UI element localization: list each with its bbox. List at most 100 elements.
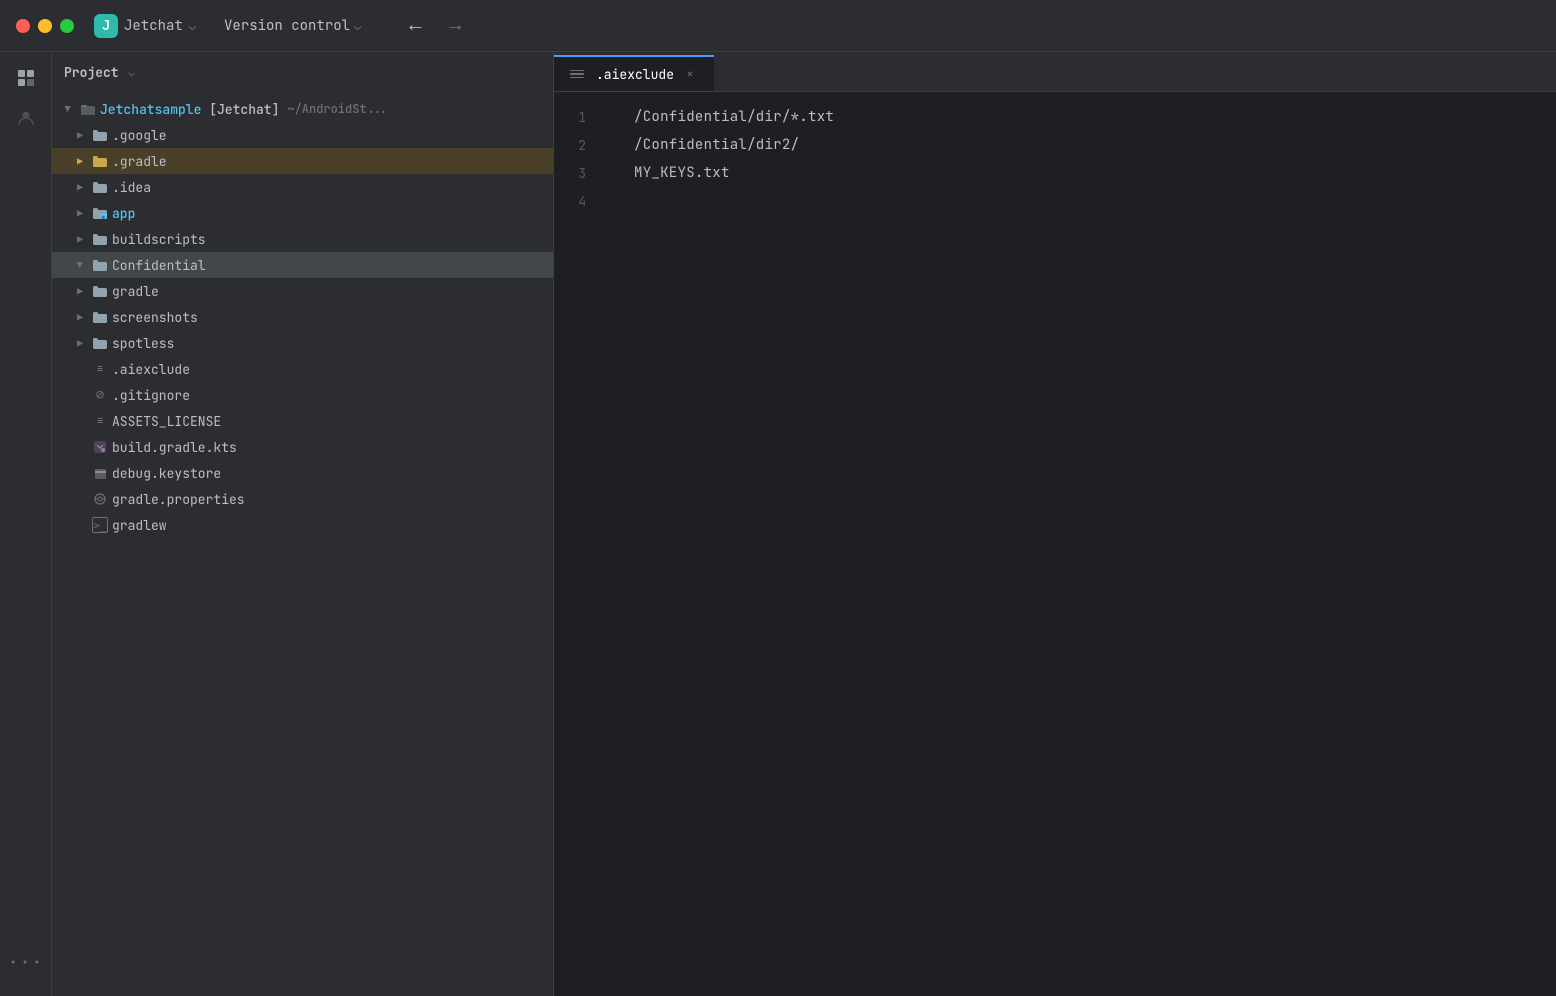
tab-hamburger-icon [570, 70, 584, 79]
tree-item-aiexclude[interactable]: ≡ .aiexclude [52, 356, 553, 382]
folder-app-icon: ⚙ [92, 206, 108, 220]
tree-item-spotless-label: spotless [112, 335, 545, 352]
editor-tabs: .aiexclude × [554, 52, 1556, 92]
line-number-4: 4 [554, 188, 598, 216]
gitignore-file-icon: ⊘ [92, 387, 108, 403]
tree-item-google[interactable]: ▶ .google [52, 122, 553, 148]
build-gradle-file-icon [92, 439, 108, 455]
tree-item-gradlew[interactable]: >_ gradlew [52, 512, 553, 538]
editor-tab-label: .aiexclude [596, 66, 674, 83]
chevron-confidential-icon: ▶ [72, 257, 88, 273]
vcs-dropdown-icon: ⌄ [354, 18, 361, 34]
chevron-idea-icon: ▶ [72, 179, 88, 195]
folder-confidential-icon [92, 258, 108, 272]
root-chevron-icon: ▶ [60, 101, 76, 117]
tree-item-app-label: app [112, 205, 545, 222]
tree-item-gradle-properties[interactable]: gradle.properties [52, 486, 553, 512]
maximize-button[interactable] [60, 19, 74, 33]
editor-content: 1 2 3 4 /Confidential/dir/*.txt /Confide… [554, 92, 1556, 996]
tree-item-gradle-dot[interactable]: ▶ .gradle [52, 148, 553, 174]
folder-buildscripts-icon [92, 232, 108, 246]
navigation-arrows: ← → [397, 12, 473, 39]
code-line-4 [634, 188, 1536, 216]
tree-item-spotless[interactable]: ▶ spotless [52, 330, 553, 356]
tree-item-build-gradle-label: build.gradle.kts [112, 439, 545, 456]
tree-item-assets-license[interactable]: ≡ ASSETS_LICENSE [52, 408, 553, 434]
folder-spotless-icon [92, 336, 108, 350]
gradle-properties-file-icon [92, 491, 108, 507]
root-item-path: ~/AndroidSt... [287, 101, 388, 117]
back-button[interactable]: ← [397, 12, 433, 39]
line-number-1: 1 [554, 104, 598, 132]
chevron-google-icon: ▶ [72, 127, 88, 143]
debug-keystore-file-icon [92, 465, 108, 481]
tree-item-debug-keystore[interactable]: debug.keystore [52, 460, 553, 486]
vcs-selector[interactable]: Version control ⌄ [216, 13, 369, 39]
gradlew-file-icon: >_ [92, 517, 108, 533]
tab-close-button[interactable]: × [682, 66, 698, 82]
editor-area: .aiexclude × 1 2 3 4 /Confidential/dir/*… [554, 52, 1556, 996]
project-selector[interactable]: J Jetchat ⌄ [86, 10, 204, 42]
chevron-spotless-icon: ▶ [72, 335, 88, 351]
project-panel: Project ⌄ ▶ Jetchatsample [Jetchat] ~/An… [52, 52, 554, 996]
tree-item-buildscripts-label: buildscripts [112, 231, 545, 248]
tree-item-gradle-properties-label: gradle.properties [112, 491, 545, 508]
activity-project-icon[interactable] [8, 60, 44, 96]
tree-item-gitignore-label: .gitignore [112, 387, 545, 404]
forward-button[interactable]: → [437, 12, 473, 39]
tree-item-app[interactable]: ▶ ⚙ app [52, 200, 553, 226]
code-area[interactable]: /Confidential/dir/*.txt /Confidential/di… [614, 92, 1556, 996]
aiexclude-file-icon: ≡ [92, 361, 108, 377]
panel-title: Project [64, 64, 119, 81]
panel-header: Project ⌄ [52, 52, 553, 92]
folder-google-icon [92, 128, 108, 142]
svg-text:⚙: ⚙ [102, 214, 105, 220]
tree-item-buildscripts[interactable]: ▶ buildscripts [52, 226, 553, 252]
tree-item-gradle[interactable]: ▶ gradle [52, 278, 553, 304]
traffic-lights [16, 19, 74, 33]
tree-item-build-gradle[interactable]: build.gradle.kts [52, 434, 553, 460]
tree-item-idea-label: .idea [112, 179, 545, 196]
chevron-buildscripts-icon: ▶ [72, 231, 88, 247]
tree-container[interactable]: ▶ Jetchatsample [Jetchat] ~/AndroidSt...… [52, 92, 553, 996]
project-icon: J [94, 14, 118, 38]
titlebar: J Jetchat ⌄ Version control ⌄ ← → [0, 0, 1556, 52]
activity-bar: ··· [0, 52, 52, 996]
chevron-gradle-dot-icon: ▶ [72, 153, 88, 169]
tree-root-item[interactable]: ▶ Jetchatsample [Jetchat] ~/AndroidSt... [52, 96, 553, 122]
code-line-2: /Confidential/dir2/ [634, 132, 1536, 160]
editor-tab-aiexclude[interactable]: .aiexclude × [554, 55, 714, 91]
folder-gradle-dot-icon [92, 154, 108, 168]
tree-item-debug-keystore-label: debug.keystore [112, 465, 545, 482]
folder-gradle-icon [92, 284, 108, 298]
panel-chevron-icon: ⌄ [129, 66, 135, 79]
tree-item-google-label: .google [112, 127, 545, 144]
tree-item-assets-license-label: ASSETS_LICENSE [112, 413, 545, 430]
vcs-label: Version control [224, 17, 350, 35]
main-layout: ··· Project ⌄ ▶ Jetchatsample [Jetchat] … [0, 52, 1556, 996]
tree-item-gradle-dot-label: .gradle [112, 153, 545, 170]
chevron-screenshots-icon: ▶ [72, 309, 88, 325]
line-number-2: 2 [554, 132, 598, 160]
tree-item-confidential-label: Confidential [112, 257, 545, 274]
tree-item-confidential[interactable]: ▶ Confidential [52, 252, 553, 278]
root-folder-icon [80, 101, 96, 117]
tree-item-screenshots[interactable]: ▶ screenshots [52, 304, 553, 330]
minimize-button[interactable] [38, 19, 52, 33]
activity-more-icon[interactable]: ··· [8, 944, 44, 980]
activity-user-icon[interactable] [8, 100, 44, 136]
code-line-1: /Confidential/dir/*.txt [634, 104, 1536, 132]
tree-item-gradlew-label: gradlew [112, 517, 545, 534]
tree-item-gradle-label: gradle [112, 283, 545, 300]
project-dropdown-icon: ⌄ [189, 18, 196, 34]
assets-license-file-icon: ≡ [92, 413, 108, 429]
code-line-3: MY_KEYS.txt [634, 160, 1536, 188]
tree-item-gitignore[interactable]: ⊘ .gitignore [52, 382, 553, 408]
tree-item-idea[interactable]: ▶ .idea [52, 174, 553, 200]
line-number-3: 3 [554, 160, 598, 188]
tree-item-screenshots-label: screenshots [112, 309, 545, 326]
line-numbers: 1 2 3 4 [554, 92, 614, 996]
folder-screenshots-icon [92, 310, 108, 324]
project-name: Jetchat [124, 17, 183, 35]
close-button[interactable] [16, 19, 30, 33]
